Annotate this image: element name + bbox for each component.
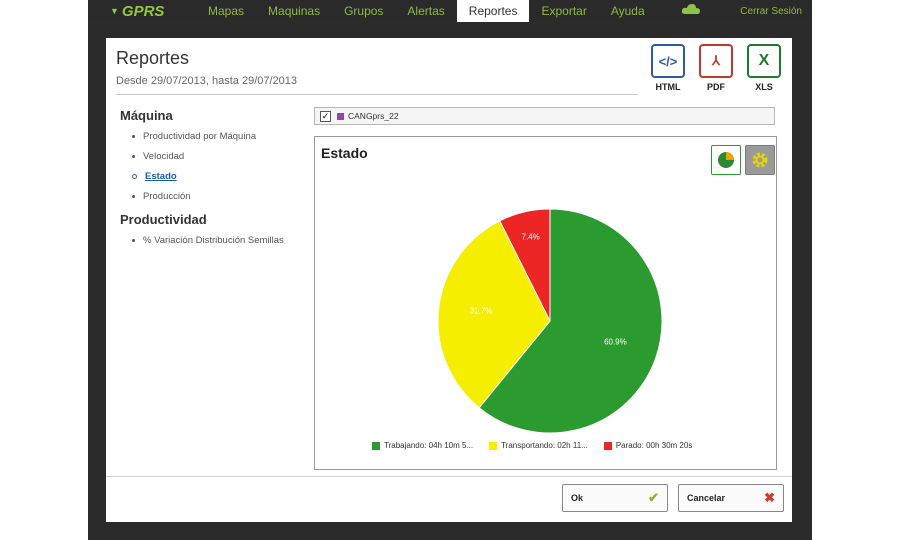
report-label: Estado [145,171,177,182]
nav-reportes[interactable]: Reportes [456,0,530,22]
ok-label: Ok [571,493,584,503]
nav-exportar[interactable]: Exportar [529,0,598,22]
report-label: Productividad por Máquina [143,131,257,142]
excel-icon: X [747,44,781,78]
footer-divider [106,476,792,477]
series-checkbox[interactable]: ✓ [320,110,331,122]
legend-label: Parado: 00h 30m 20s [615,441,693,450]
chart-legend: Trabajando: 04h 10m 5... Transportando: … [372,441,692,450]
export-pdf-label: PDF [707,82,725,92]
bullet-open-icon [132,174,137,179]
bullet-icon [132,195,135,198]
reports-panel: Reportes Desde 29/07/2013, hasta 29/07/2… [106,38,792,522]
ok-button[interactable]: Ok ✔ [562,484,668,512]
chart-container: Estado 60.9% 31.7% 7.4% Trabajando: 04h 10… [314,136,777,470]
report-label: Velocidad [143,151,185,162]
section-productividad: Productividad [120,212,207,227]
nav-mapas[interactable]: Mapas [196,0,256,22]
report-variacion-semillas[interactable]: % Variación Distribución Semillas [132,235,306,246]
legend-swatch [489,441,498,450]
series-filter-bar: ✓ CANGprs_22 [314,107,775,125]
nav-grupos[interactable]: Grupos [332,0,395,22]
pie-data-label: 31.7% [470,306,493,315]
code-icon: </> [651,44,685,78]
pie-data-label: 7.4% [522,232,540,241]
check-icon: ✔ [648,490,659,505]
legend-item-transportando[interactable]: Transportando: 02h 11... [489,441,588,450]
export-html-label: HTML [655,82,681,92]
legend-label: Transportando: 02h 11... [501,441,588,450]
date-range: Desde 29/07/2013, hasta 29/07/2013 [116,75,298,87]
legend-swatch [603,441,612,450]
nav-maquinas[interactable]: Maquinas [256,0,332,22]
title-divider [116,94,638,95]
report-velocidad[interactable]: Velocidad [132,151,306,162]
series-name: CANGprs_22 [348,111,399,121]
nav-ayuda[interactable]: Ayuda [599,0,657,22]
section-maquina: Máquina [120,108,173,123]
export-html-button[interactable]: </> HTML [648,44,688,92]
logout-link[interactable]: Cerrar Sesión [740,6,802,17]
gprs-logo[interactable]: ▼ GPRS [110,3,196,20]
legend-swatch [372,441,380,450]
export-pdf-button[interactable]: ⅄ PDF [696,44,736,92]
legend-item-parado[interactable]: Parado: 00h 30m 20s [603,441,693,450]
pdf-icon: ⅄ [699,44,733,78]
logo-text: GPRS [121,2,165,20]
nav-alertas[interactable]: Alertas [395,0,456,22]
cancel-button[interactable]: Cancelar ✖ [678,484,784,512]
legend-item-trabajando[interactable]: Trabajando: 04h 10m 5... [372,441,473,450]
cloud-icon[interactable] [681,2,701,20]
legend-label: Trabajando: 04h 10m 5... [384,441,474,450]
pie-chart: 60.9% 31.7% 7.4% [437,208,663,434]
pie-data-label: 60.9% [604,337,627,346]
cancel-label: Cancelar [687,493,726,503]
report-produccion[interactable]: Producción [132,191,306,202]
bullet-icon [132,239,135,242]
report-label: % Variación Distribución Semillas [143,235,284,246]
report-productividad-maquina[interactable]: Productividad por Máquina [132,131,306,142]
chevron-down-icon: ▼ [110,6,119,16]
close-icon: ✖ [764,490,775,505]
bullet-icon [132,135,135,138]
report-sidebar: Máquina Productividad por Máquina Veloci… [120,108,306,255]
bullet-icon [132,155,135,158]
page-title: Reportes [116,48,190,68]
export-xls-button[interactable]: X XLS [744,44,784,92]
report-estado[interactable]: Estado [132,171,306,182]
export-xls-label: XLS [755,82,773,92]
series-color-swatch [337,112,344,120]
report-label: Producción [143,191,191,202]
top-navigation: ▼ GPRS Mapas Maquinas Grupos Alertas Rep… [88,0,812,22]
